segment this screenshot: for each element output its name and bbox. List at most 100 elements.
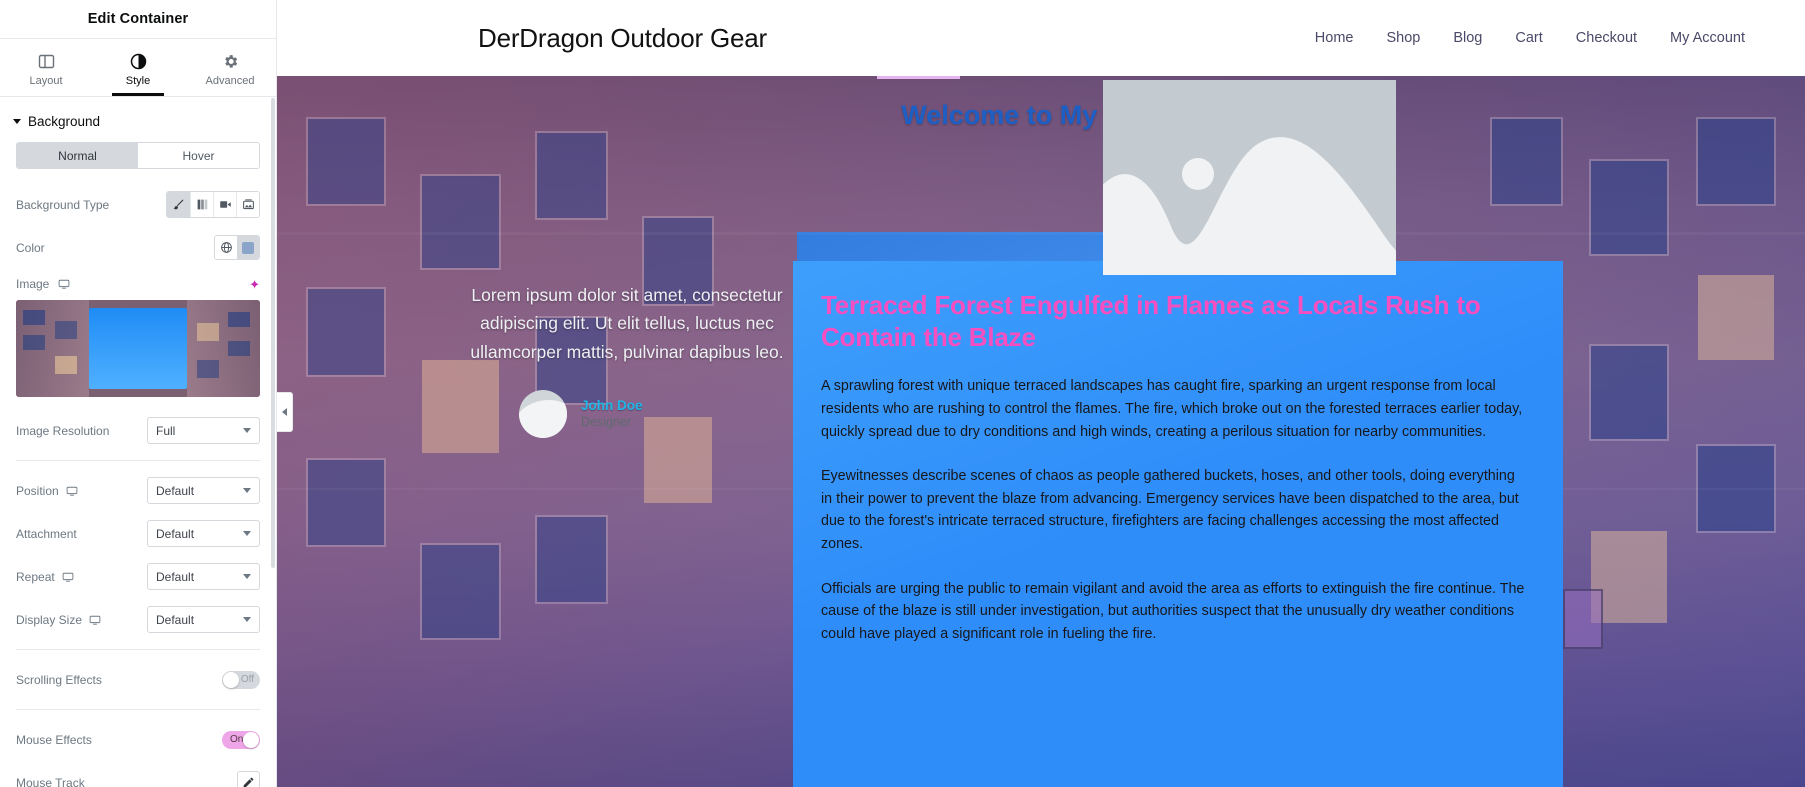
state-tab-hover[interactable]: Hover <box>138 143 259 168</box>
desktop-icon[interactable] <box>62 571 74 583</box>
chevron-down-icon <box>243 488 251 493</box>
image-resolution-select[interactable]: Full <box>147 417 260 444</box>
article-card[interactable]: Terraced Forest Engulfed in Flames as Lo… <box>793 261 1563 787</box>
display-size-label-wrap: Display Size <box>16 613 147 627</box>
chevron-down-icon <box>13 119 21 124</box>
ai-sparkle-icon[interactable]: ✦ <box>249 278 260 291</box>
desktop-icon[interactable] <box>89 614 101 626</box>
image-placeholder[interactable] <box>1103 80 1396 275</box>
article-headline: Terraced Forest Engulfed in Flames as Lo… <box>821 290 1481 353</box>
chevron-down-icon <box>243 531 251 536</box>
nav-item-my-account[interactable]: My Account <box>1670 30 1745 46</box>
author-meta: John Doe Designer <box>581 398 643 431</box>
chevron-down-icon <box>243 574 251 579</box>
avatar-shape <box>519 400 567 439</box>
site-nav: Home Shop Blog Cart Checkout My Account <box>1315 30 1805 46</box>
divider <box>16 460 260 461</box>
control-repeat: Repeat Default <box>16 563 260 590</box>
avatar-dot <box>528 410 536 419</box>
slideshow-icon[interactable] <box>236 192 259 217</box>
repeat-label-wrap: Repeat <box>16 570 147 584</box>
hero-container[interactable]: + ⋮⋮ ✕ Welcome to My World Lorem ipsum d… <box>277 76 1805 787</box>
display-size-value: Default <box>156 612 195 627</box>
divider <box>16 709 260 710</box>
scrolling-effects-state: Off <box>240 674 254 685</box>
gear-icon <box>222 53 239 70</box>
article-paragraph: A sprawling forest with unique terraced … <box>821 378 1523 440</box>
desktop-icon[interactable] <box>66 485 78 497</box>
nav-item-checkout[interactable]: Checkout <box>1576 30 1637 46</box>
color-controls <box>214 235 260 260</box>
globe-icon[interactable] <box>215 236 237 259</box>
chevron-down-icon <box>243 428 251 433</box>
desktop-icon[interactable] <box>58 278 70 290</box>
layout-icon <box>38 53 55 70</box>
display-size-select[interactable]: Default <box>147 606 260 633</box>
control-attachment: Attachment Default <box>16 520 260 547</box>
background-type-options <box>166 191 260 218</box>
section-background[interactable]: Background <box>0 97 276 142</box>
element-toolbar: + ⋮⋮ ✕ <box>877 76 961 79</box>
placeholder-sun-icon <box>1182 158 1215 190</box>
tab-style[interactable]: Style <box>92 39 184 96</box>
color-label: Color <box>16 240 45 255</box>
control-background-type: Background Type <box>16 191 260 218</box>
elementor-editor: Edit Container Layout Style Advanced Bac… <box>0 0 1805 787</box>
repeat-select[interactable]: Default <box>147 563 260 590</box>
panel-scrollbar[interactable] <box>271 98 275 568</box>
state-tab-normal[interactable]: Normal <box>17 143 138 168</box>
nav-item-shop[interactable]: Shop <box>1386 30 1420 46</box>
panel-header: Edit Container <box>0 0 276 39</box>
control-color: Color <box>16 234 260 261</box>
decorative-window-panel <box>1563 589 1603 649</box>
image-label: Image <box>16 277 50 291</box>
control-position: Position Default <box>16 477 260 504</box>
background-type-label: Background Type <box>16 197 110 212</box>
nav-item-cart[interactable]: Cart <box>1515 30 1542 46</box>
repeat-label: Repeat <box>16 569 55 584</box>
attachment-value: Default <box>156 526 195 541</box>
tab-advanced[interactable]: Advanced <box>184 39 276 96</box>
toggle-knob <box>223 671 239 688</box>
image-resolution-value: Full <box>156 423 176 438</box>
panel-title: Edit Container <box>87 11 189 27</box>
section-background-label: Background <box>28 114 101 129</box>
image-resolution-label: Image Resolution <box>16 423 110 438</box>
pencil-icon[interactable] <box>237 771 260 787</box>
scrolling-effects-toggle[interactable]: Off <box>222 670 260 689</box>
avatar <box>519 390 567 439</box>
panel-collapse-handle[interactable] <box>277 392 293 432</box>
control-mouse-track: Mouse Track <box>16 769 260 787</box>
position-value: Default <box>156 483 195 498</box>
tab-layout-label: Layout <box>29 74 63 87</box>
control-display-size: Display Size Default <box>16 606 260 633</box>
mouse-effects-toggle[interactable]: On <box>222 730 260 749</box>
attachment-select[interactable]: Default <box>147 520 260 547</box>
site-header: DerDragon Outdoor Gear Home Shop Blog Ca… <box>277 0 1805 76</box>
position-label: Position <box>16 483 59 498</box>
tab-advanced-label: Advanced <box>205 74 255 87</box>
tab-layout[interactable]: Layout <box>0 39 92 96</box>
nav-item-blog[interactable]: Blog <box>1453 30 1482 46</box>
control-mouse-effects: Mouse Effects On <box>16 726 260 753</box>
placeholder-hill-icon <box>1103 136 1396 275</box>
gradient-icon[interactable] <box>190 192 213 217</box>
nav-item-home[interactable]: Home <box>1315 30 1354 46</box>
background-image-thumbnail[interactable] <box>16 300 260 397</box>
color-swatch[interactable] <box>237 236 259 259</box>
article-paragraph: Eyewitnesses describe scenes of chaos as… <box>821 468 1519 552</box>
testimonial-widget[interactable]: Lorem ipsum dolor sit amet, consectetur … <box>447 281 807 439</box>
position-select[interactable]: Default <box>147 477 260 504</box>
panel-tabs: Layout Style Advanced <box>0 39 276 97</box>
display-size-label: Display Size <box>16 612 83 627</box>
panel-body: Normal Hover Background Type Color Image… <box>0 142 276 787</box>
mouse-track-label: Mouse Track <box>16 775 85 787</box>
video-icon[interactable] <box>213 192 236 217</box>
divider <box>16 649 260 650</box>
control-image: Image ✦ <box>16 277 260 291</box>
testimonial-quote: Lorem ipsum dolor sit amet, consectetur … <box>470 285 784 362</box>
classic-brush-icon[interactable] <box>167 192 190 217</box>
mouse-effects-label: Mouse Effects <box>16 732 92 747</box>
hero-heading: Welcome to My World <box>901 100 1181 131</box>
site-title: DerDragon Outdoor Gear <box>478 22 767 53</box>
